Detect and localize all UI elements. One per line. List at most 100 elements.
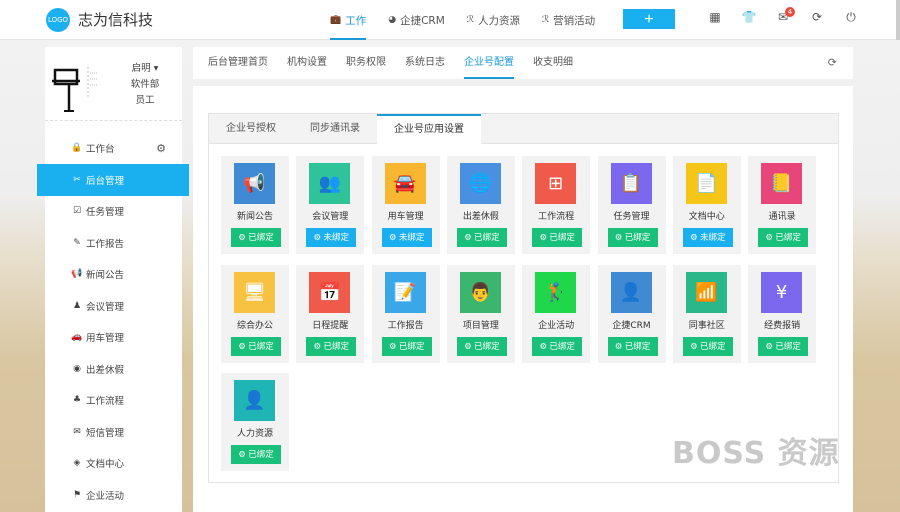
sidebar-item[interactable]: ✂ 后台管理: [37, 163, 189, 196]
inner-tab[interactable]: 企业号应用设置: [377, 114, 481, 145]
inner-tab[interactable]: 同步通讯录: [293, 114, 377, 144]
users-icon: ℛ: [466, 15, 474, 25]
tab[interactable]: 职务权限: [346, 47, 386, 79]
sidebar-item[interactable]: ✎ 工作报告: [45, 227, 182, 259]
bind-status-button[interactable]: ⚙ 已绑定: [231, 445, 281, 464]
sidebar-item[interactable]: ⚑ 企业活动: [45, 479, 182, 511]
sidebar-item[interactable]: 🚗 用车管理: [45, 321, 182, 353]
gear-icon[interactable]: ⚙: [156, 142, 166, 155]
tab[interactable]: 后台管理首页: [208, 47, 268, 79]
bind-status-button[interactable]: ⚙ 已绑定: [682, 336, 733, 356]
sidebar-item[interactable]: ♣ 工作流程: [45, 384, 182, 416]
gear-icon: ⚙: [539, 340, 550, 351]
app-label: 企业活动: [538, 320, 575, 331]
bind-status-label: 已绑定: [248, 232, 274, 242]
layers-icon: ◈: [73, 458, 81, 468]
sidebar-item-label: 短信管理: [86, 427, 125, 439]
bind-status-button[interactable]: ⚙ 已绑定: [231, 336, 281, 356]
app-card[interactable]: 📄 文档中心 ⚙ 未绑定: [672, 156, 741, 254]
qrcode-icon[interactable]: ▦: [698, 10, 732, 25]
bind-status-label: 已绑定: [323, 340, 350, 351]
refresh-icon[interactable]: ⟳: [828, 56, 837, 69]
app-card[interactable]: 🏌 企业活动 ⚙ 已绑定: [522, 264, 591, 363]
app-card[interactable]: 👤 企捷CRM ⚙ 已绑定: [597, 264, 666, 363]
bind-status-button[interactable]: ⚙ 已绑定: [607, 336, 658, 356]
monitor-icon: 🖥: [234, 271, 275, 313]
sidebar-item-label: 文档中心: [86, 459, 125, 470]
tab[interactable]: 系统日志: [405, 47, 445, 79]
power-icon[interactable]: ⏻: [834, 10, 868, 25]
calendar-icon: 📅: [309, 271, 351, 313]
mail-icon[interactable]: ✉ 4: [766, 7, 800, 25]
tab[interactable]: 收支明细: [533, 47, 573, 79]
gear-icon: ⚙: [614, 340, 625, 351]
bind-status-label: 已绑定: [549, 340, 575, 351]
tab[interactable]: 机构设置: [287, 47, 327, 79]
bind-status-label: 未绑定: [323, 232, 350, 242]
top-nav-item[interactable]: 💼 工作: [330, 0, 367, 40]
app-card[interactable]: 📒 通讯录 ⚙ 已绑定: [748, 156, 817, 254]
top-nav-item[interactable]: ◕ 企捷CRM: [388, 0, 445, 40]
notification-badge: 4: [785, 7, 795, 17]
sidebar-item[interactable]: 🔒 工作台 ⚙: [45, 132, 182, 164]
sidebar-item[interactable]: ✉ 短信管理: [45, 416, 182, 448]
avatar[interactable]: [52, 59, 102, 114]
app-card[interactable]: 🚘 用车管理 ⚙ 未绑定: [371, 156, 440, 254]
sitemap-icon: ⊞: [535, 163, 577, 204]
app-card[interactable]: 👨 项目管理 ⚙ 已绑定: [446, 264, 515, 363]
bind-status-label: 已绑定: [775, 340, 801, 351]
logo[interactable]: LOGO: [46, 8, 70, 32]
top-nav: 💼 工作 ◕ 企捷CRM ℛ 人力资源 ℛ 营销活动: [330, 0, 617, 40]
app-card[interactable]: 🌐 出差休假 ⚙ 已绑定: [446, 156, 515, 254]
bind-status-button[interactable]: ⚙ 未绑定: [682, 228, 733, 247]
bind-status-button[interactable]: ⚙ 已绑定: [607, 228, 658, 247]
app-card[interactable]: 📢 新闻公告 ⚙ 已绑定: [221, 156, 289, 254]
sidebar-item[interactable]: ◉ 出差休假: [45, 353, 182, 385]
app-card[interactable]: ⊞ 工作流程 ⚙ 已绑定: [522, 156, 591, 254]
bind-status-button[interactable]: ⚙ 已绑定: [532, 336, 583, 356]
sidebar-item[interactable]: ♟ 会议管理: [45, 290, 182, 322]
contacts-book-icon: 📒: [761, 163, 803, 204]
app-card[interactable]: 📋 任务管理 ⚙ 已绑定: [597, 156, 666, 254]
bind-status-button[interactable]: ⚙ 已绑定: [456, 228, 507, 247]
tab-bar: 后台管理首页 机构设置 职务权限 系统日志 企业号配置 收支明细 ⟳: [193, 47, 853, 79]
user-name-dropdown[interactable]: 启明 ▾: [115, 61, 175, 77]
meeting-icon: ♟: [72, 300, 82, 311]
bind-status-button[interactable]: ⚙ 已绑定: [532, 228, 583, 247]
gear-icon: ⚙: [464, 340, 475, 351]
app-label: 通讯录: [768, 212, 796, 222]
bind-status-button[interactable]: ⚙ 已绑定: [231, 228, 281, 247]
bind-status-button[interactable]: ⚙ 已绑定: [758, 228, 809, 247]
expense-icon: ¥: [761, 271, 803, 313]
sidebar-item[interactable]: ☑ 任务管理: [45, 195, 182, 227]
gear-icon: ⚙: [238, 449, 249, 459]
bind-status-button[interactable]: ⚙ 未绑定: [306, 228, 357, 247]
app-card[interactable]: 📅 日程提醒 ⚙ 已绑定: [296, 264, 365, 363]
bind-status-button[interactable]: ⚙ 已绑定: [758, 336, 809, 356]
bind-status-button[interactable]: ⚙ 已绑定: [381, 336, 432, 356]
app-label: 项目管理: [462, 320, 499, 331]
app-card[interactable]: 📝 工作报告 ⚙ 已绑定: [371, 264, 440, 363]
app-card[interactable]: 👥 会议管理 ⚙ 未绑定: [296, 156, 365, 254]
add-button[interactable]: +: [623, 9, 675, 29]
flag-icon: ⚑: [72, 489, 82, 500]
scrollbar[interactable]: [896, 0, 900, 40]
app-card[interactable]: 🖥 综合办公 ⚙ 已绑定: [221, 264, 289, 363]
top-nav-item[interactable]: ℛ 人力资源: [467, 0, 520, 40]
tab[interactable]: 企业号配置: [464, 47, 514, 79]
bind-status-button[interactable]: ⚙ 未绑定: [381, 228, 432, 247]
top-nav-item[interactable]: ℛ 营销活动: [542, 0, 595, 40]
shirt-icon[interactable]: 👕: [732, 10, 766, 25]
community-icon: 📶: [685, 271, 727, 313]
inner-tab[interactable]: 企业号授权: [209, 114, 293, 144]
bind-status-button[interactable]: ⚙ 已绑定: [306, 336, 357, 356]
app-card[interactable]: 👤 人力资源 ⚙ 已绑定: [221, 373, 289, 471]
app-card[interactable]: 📶 同事社区 ⚙ 已绑定: [672, 264, 741, 363]
bind-status-button[interactable]: ⚙ 已绑定: [456, 336, 507, 356]
sidebar-item-label: 任务管理: [86, 207, 125, 218]
sidebar-item[interactable]: ◈ 文档中心: [45, 447, 182, 479]
report-icon: 📝: [384, 271, 426, 313]
refresh-icon[interactable]: ⟳: [800, 10, 834, 25]
app-card[interactable]: ¥ 经费报销 ⚙ 已绑定: [748, 264, 817, 363]
sidebar-item[interactable]: 📢 新闻公告: [45, 258, 182, 290]
